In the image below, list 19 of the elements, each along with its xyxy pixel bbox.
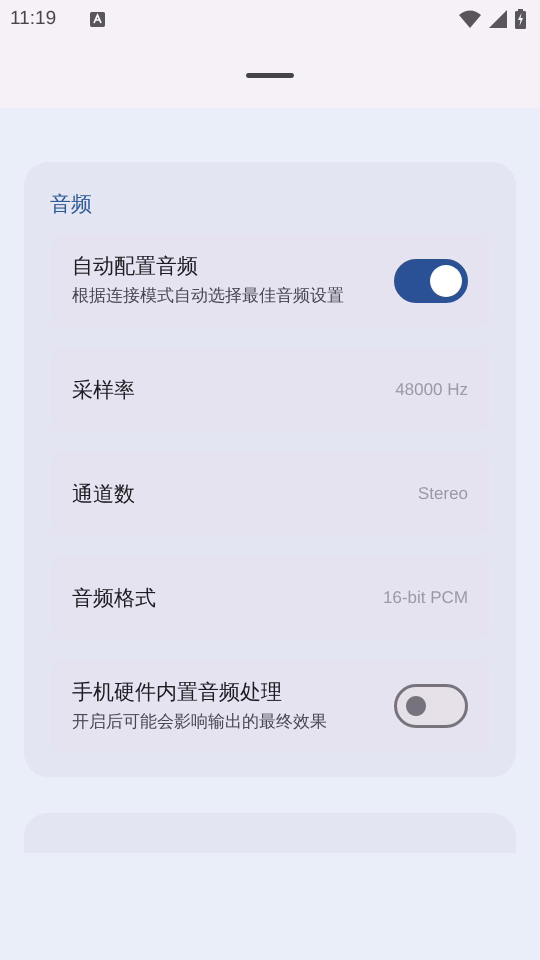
battery-charging-icon <box>515 9 526 29</box>
signal-icon <box>489 10 507 28</box>
setting-label: 通道数 <box>72 480 135 508</box>
toggle-switch[interactable] <box>394 258 468 303</box>
setting-value: 16-bit PCM <box>382 588 468 608</box>
setting-value: Stereo <box>418 484 468 504</box>
setting-label: 音频格式 <box>72 584 156 612</box>
setting-label: 手机硬件内置音频处理 <box>72 678 283 706</box>
drag-handle[interactable] <box>246 73 294 78</box>
setting-label: 采样率 <box>72 376 135 404</box>
section-title: 音频 <box>50 191 93 218</box>
keyboard-notification-icon <box>90 12 106 26</box>
setting-label: 自动配置音频 <box>72 253 199 280</box>
setting-description: 开启后可能会影响输出的最终效果 <box>72 710 328 734</box>
setting-value: 48000 Hz <box>395 380 468 400</box>
setting-description: 根据连接模式自动选择最佳音频设置 <box>72 285 345 308</box>
status-time: 11:19 <box>10 8 56 30</box>
wifi-icon <box>459 10 481 28</box>
toggle-switch[interactable] <box>394 684 468 728</box>
